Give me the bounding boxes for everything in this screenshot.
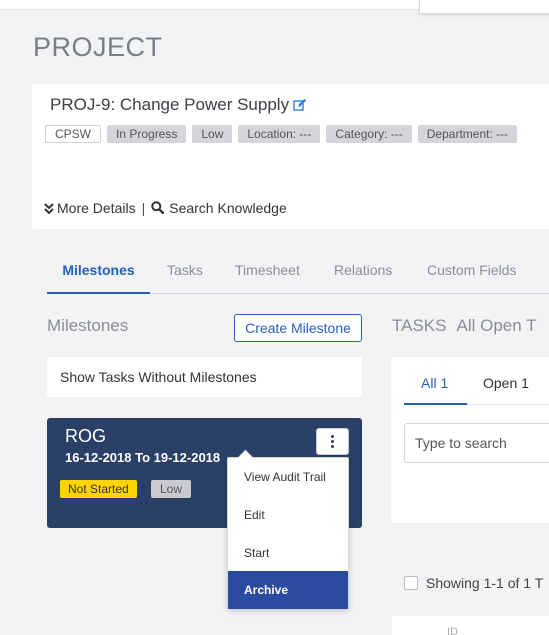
tasks-panel: All 1 Open 1 (391, 357, 549, 523)
more-details-link[interactable]: More Details (44, 200, 136, 216)
top-dropdown-panel (419, 0, 549, 14)
task-search-input[interactable] (404, 423, 549, 463)
tasks-showing-count: Showing 1-1 of 1 T (404, 575, 543, 591)
project-summary-card: PROJ-9: Change Power Supply CPSW In Progr… (32, 84, 549, 229)
tasks-filter-label[interactable]: All Open T (456, 316, 536, 335)
search-knowledge-link[interactable]: Search Knowledge (151, 200, 287, 216)
project-tabs: Milestones Tasks Timesheet Relations Cus… (47, 255, 549, 294)
tag-code: CPSW (45, 125, 101, 143)
tag-priority: Low (192, 125, 233, 143)
show-tasks-without-milestones[interactable]: Show Tasks Without Milestones (47, 357, 362, 397)
tab-relations[interactable]: Relations (334, 255, 392, 294)
task-tab-active-indicator (404, 403, 467, 405)
showing-label: Showing 1-1 of 1 T (426, 575, 544, 591)
tab-timesheet[interactable]: Timesheet (235, 255, 300, 294)
double-chevron-down-icon (44, 203, 54, 215)
tab-milestones[interactable]: Milestones (47, 255, 150, 294)
create-milestone-button[interactable]: Create Milestone (234, 314, 362, 342)
kebab-menu-button[interactable] (316, 428, 349, 455)
more-details-label: More Details (57, 200, 136, 216)
menu-item-start[interactable]: Start (228, 534, 348, 572)
milestone-date-range: 16-12-2018 To 19-12-2018 (65, 450, 221, 465)
tag-department: Department: --- (417, 125, 518, 143)
tag-status: In Progress (107, 125, 187, 143)
tasks-heading: TASKS All Open T (392, 316, 537, 336)
link-separator: | (141, 200, 146, 216)
priority-badge: Low (151, 480, 192, 498)
project-card-links: More Details | Search Knowledge (44, 200, 287, 216)
project-tags: CPSW In Progress Low Location: --- Category:… (45, 125, 523, 143)
menu-item-view-audit-trail[interactable]: View Audit Trail (228, 458, 348, 496)
search-knowledge-label: Search Knowledge (169, 200, 287, 216)
column-header-id: ID (447, 626, 458, 635)
project-name: PROJ-9: Change Power Supply (50, 95, 307, 117)
edit-icon[interactable] (293, 97, 307, 117)
project-name-text: PROJ-9: Change Power Supply (50, 95, 290, 114)
search-icon (151, 201, 165, 215)
tab-custom-fields[interactable]: Custom Fields (427, 255, 516, 294)
page-title: PROJECT (33, 32, 163, 62)
status-badge: Not Started (60, 480, 137, 498)
milestone-title: ROG (65, 426, 107, 446)
tag-location: Location: --- (238, 125, 321, 143)
task-tab-all[interactable]: All 1 (421, 375, 448, 391)
milestone-actions-menu: View Audit Trail Edit Start Archive (227, 457, 349, 609)
milestones-heading: Milestones (47, 316, 129, 335)
tasks-heading-label: TASKS (392, 316, 447, 335)
select-all-checkbox[interactable] (404, 576, 418, 590)
menu-item-archive[interactable]: Archive (228, 571, 348, 609)
tag-category: Category: --- (326, 125, 412, 143)
tab-tasks[interactable]: Tasks (167, 255, 203, 294)
tasks-table: ID (392, 616, 549, 635)
task-tab-open[interactable]: Open 1 (483, 375, 529, 391)
menu-item-edit[interactable]: Edit (228, 496, 348, 534)
